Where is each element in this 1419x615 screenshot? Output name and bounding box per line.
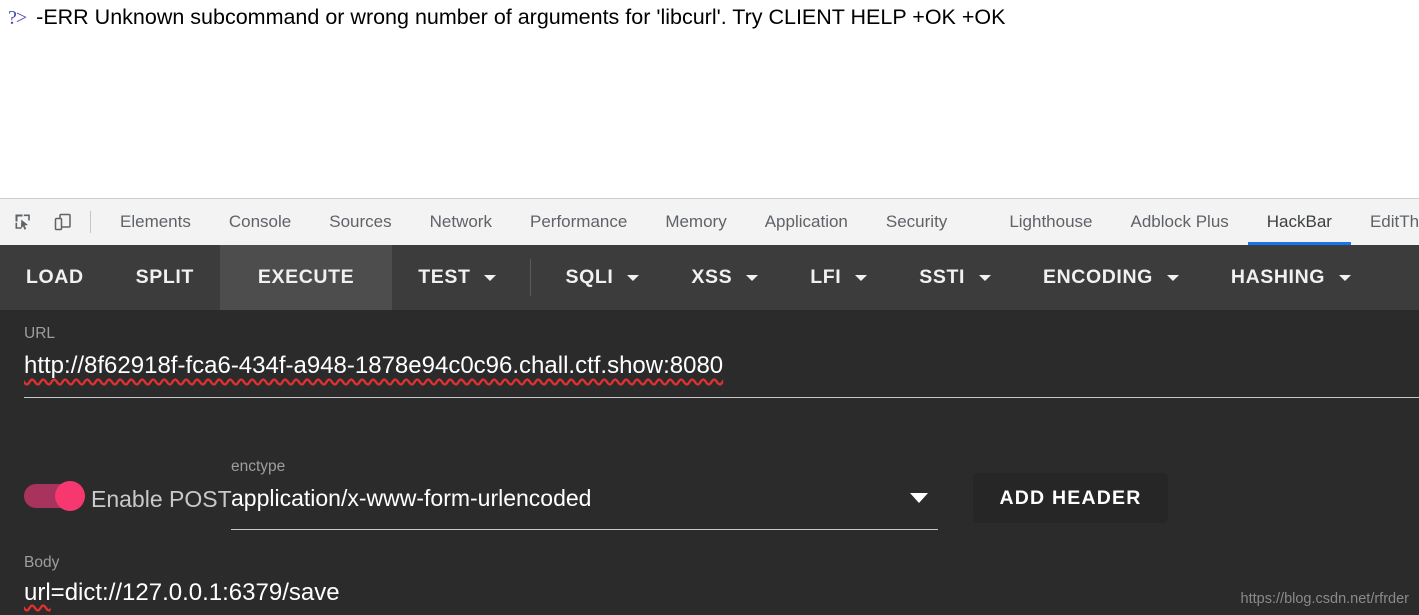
php-prompt-icon: ?> [8, 7, 27, 29]
body-value-rest: =dict://127.0.0.1:6379/save [50, 579, 340, 606]
enctype-field-label: enctype [231, 458, 286, 475]
tab-application[interactable]: Application [746, 199, 867, 245]
body-value-prefix: url [24, 579, 51, 606]
devtools-tab-bar: Elements Console Sources Network Perform… [0, 198, 1419, 245]
button-label: ENCODING [1043, 266, 1153, 288]
tab-performance[interactable]: Performance [511, 199, 646, 245]
chevron-down-icon [855, 274, 868, 281]
url-input[interactable]: http://8f62918f-fca6-434f-a948-1878e94c0… [24, 344, 1419, 384]
hackbar-toolbar: LOAD SPLIT EXECUTE TEST SQLI XSS LFI SST… [0, 245, 1419, 310]
body-field-group: Body url=dict://127.0.0.1:6379/save [24, 553, 1419, 611]
tab-console[interactable]: Console [210, 199, 310, 245]
button-label: SSTI [919, 266, 966, 288]
xss-menu-button[interactable]: XSS [665, 245, 784, 310]
body-field-label: Body [24, 554, 60, 571]
chevron-down-icon [1339, 274, 1352, 281]
tab-label: Elements [120, 212, 191, 231]
tab-network[interactable]: Network [411, 199, 511, 245]
split-button[interactable]: SPLIT [110, 245, 220, 310]
button-label: TEST [418, 266, 471, 288]
tab-label: Console [228, 212, 292, 231]
button-label: HASHING [1230, 266, 1326, 288]
test-menu-button[interactable]: TEST [392, 245, 522, 310]
enable-post-label: Enable POST [91, 486, 232, 512]
tab-label: Application [764, 212, 848, 231]
chevron-down-icon [979, 274, 992, 281]
ssti-menu-button[interactable]: SSTI [893, 245, 1017, 310]
button-label: LFI [810, 266, 842, 288]
tab-label: Performance [529, 212, 628, 231]
url-field-label: URL [24, 325, 56, 342]
hackbar-panel: URL http://8f62918f-fca6-434f-a948-1878e… [0, 310, 1419, 615]
button-label: LOAD [26, 266, 84, 288]
tab-label: Lighthouse [1009, 212, 1093, 231]
button-label: SPLIT [135, 266, 194, 288]
tab-editthiscookie[interactable]: EditThi [1351, 199, 1419, 245]
tab-lighthouse[interactable]: Lighthouse [990, 199, 1111, 245]
encoding-menu-button[interactable]: ENCODING [1017, 245, 1205, 310]
tab-label: Adblock Plus [1130, 212, 1229, 231]
chevron-down-icon [484, 274, 497, 281]
tab-label: Network [429, 212, 492, 231]
watermark-text: https://blog.csdn.net/rfrder [1240, 591, 1409, 607]
tab-label: Sources [329, 212, 392, 231]
enctype-select[interactable]: application/x-www-form-urlencoded [231, 477, 938, 515]
browser-page-content: ?> -ERR Unknown subcommand or wrong numb… [0, 0, 1419, 198]
tab-elements[interactable]: Elements [101, 199, 210, 245]
tab-label: Memory [665, 212, 727, 231]
toggle-knob [55, 481, 85, 511]
tab-label: EditThi [1369, 212, 1419, 231]
load-button[interactable]: LOAD [0, 245, 110, 310]
enable-post-toggle[interactable] [24, 481, 86, 511]
tab-sources[interactable]: Sources [310, 199, 410, 245]
button-label: SQLI [565, 266, 614, 288]
toolbar-divider [530, 259, 532, 296]
chevron-down-icon [627, 274, 640, 281]
sqli-menu-button[interactable]: SQLI [539, 245, 665, 310]
button-label: ADD HEADER [999, 486, 1142, 509]
lfi-menu-button[interactable]: LFI [784, 245, 893, 310]
body-textarea[interactable]: url=dict://127.0.0.1:6379/save [24, 573, 1419, 611]
execute-button[interactable]: EXECUTE [219, 245, 393, 310]
url-input-underline [24, 397, 1419, 398]
console-output-text: -ERR Unknown subcommand or wrong number … [36, 5, 1006, 29]
button-label: XSS [691, 266, 733, 288]
add-header-button[interactable]: ADD HEADER [973, 473, 1168, 523]
device-toolbar-icon[interactable] [46, 205, 80, 239]
tab-memory[interactable]: Memory [646, 199, 745, 245]
enctype-select-underline [231, 529, 938, 530]
tab-adblock-plus[interactable]: Adblock Plus [1112, 199, 1248, 245]
button-label: EXECUTE [257, 266, 355, 288]
chevron-down-icon [746, 274, 759, 281]
hashing-menu-button[interactable]: HASHING [1205, 245, 1377, 310]
tab-security[interactable]: Security [867, 199, 966, 245]
tab-label: Security [885, 212, 948, 231]
inspect-element-icon[interactable] [6, 205, 40, 239]
url-field-group: URL http://8f62918f-fca6-434f-a948-1878e… [24, 324, 1419, 384]
tab-hackbar[interactable]: HackBar [1247, 199, 1352, 245]
tab-label: HackBar [1266, 212, 1332, 231]
chevron-down-icon [1166, 274, 1179, 281]
enctype-field-group: enctype application/x-www-form-urlencode… [231, 457, 938, 530]
chevron-down-icon[interactable] [910, 493, 928, 503]
console-output-line: ?> -ERR Unknown subcommand or wrong numb… [8, 2, 1005, 33]
post-options-row: Enable POST enctype application/x-www-fo… [0, 455, 1419, 530]
toolbar-divider [90, 211, 91, 233]
